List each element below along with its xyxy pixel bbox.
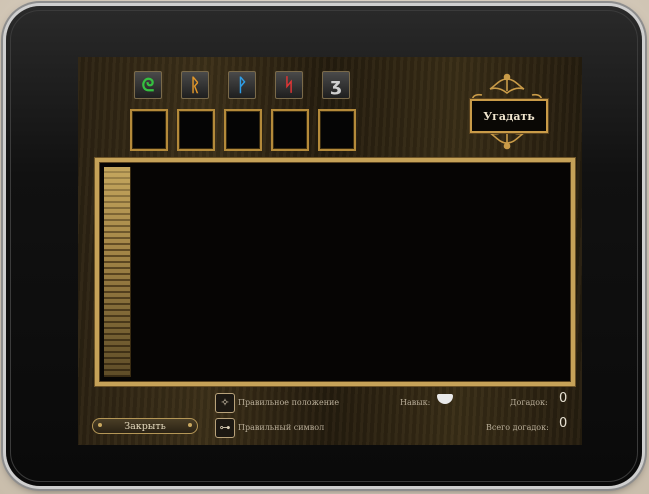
gray-rune-glyph: ʒ [330, 74, 342, 96]
guess-panel: Угадать [462, 71, 552, 151]
orange-rune-icon[interactable]: ᚱ [181, 71, 209, 99]
total-guesses-label: Всего догадок: [486, 423, 549, 432]
total-guesses-value: 0 [559, 416, 568, 431]
guess-button[interactable]: Угадать [470, 99, 548, 133]
green-rune-glyph: ᘓ [141, 74, 155, 96]
guess-button-label: Угадать [483, 109, 535, 123]
correct-position-label: Правильное положение [238, 398, 340, 407]
guesses-value: 0 [559, 391, 568, 406]
close-right-dot [188, 423, 192, 427]
green-rune-icon[interactable]: ᘓ [134, 71, 162, 99]
close-left-dot [98, 423, 102, 427]
attempts-scale [104, 167, 131, 377]
answer-slot-2[interactable] [177, 109, 215, 151]
tablet-frame: ᘓ ᚱ ᚹ ᛋ ʒ Угадать ✧ Правильное положение… [6, 6, 642, 486]
blue-rune-icon[interactable]: ᚹ [228, 71, 256, 99]
gray-rune-icon[interactable]: ʒ [322, 71, 350, 99]
answer-slot-5[interactable] [318, 109, 356, 151]
blue-rune-glyph: ᚹ [236, 74, 248, 96]
answer-slot-1[interactable] [130, 109, 168, 151]
answer-slot-4[interactable] [271, 109, 309, 151]
game-screen: ᘓ ᚱ ᚹ ᛋ ʒ Угадать ✧ Правильное положение… [78, 57, 582, 445]
skill-label: Навык: [400, 398, 431, 407]
correct-symbol-icon: ⊶ [215, 418, 235, 438]
guess-history-board [95, 158, 575, 386]
guesses-label: Догадок: [510, 398, 548, 407]
correct-symbol-label: Правильный символ [238, 423, 325, 432]
red-rune-glyph: ᛋ [283, 74, 295, 96]
answer-slot-3[interactable] [224, 109, 262, 151]
close-button-label: Закрыть [124, 420, 166, 432]
red-rune-icon[interactable]: ᛋ [275, 71, 303, 99]
correct-position-icon: ✧ [215, 393, 235, 413]
close-button[interactable]: Закрыть [92, 418, 198, 434]
orange-rune-glyph: ᚱ [189, 74, 201, 96]
skill-hand-icon [437, 394, 453, 404]
